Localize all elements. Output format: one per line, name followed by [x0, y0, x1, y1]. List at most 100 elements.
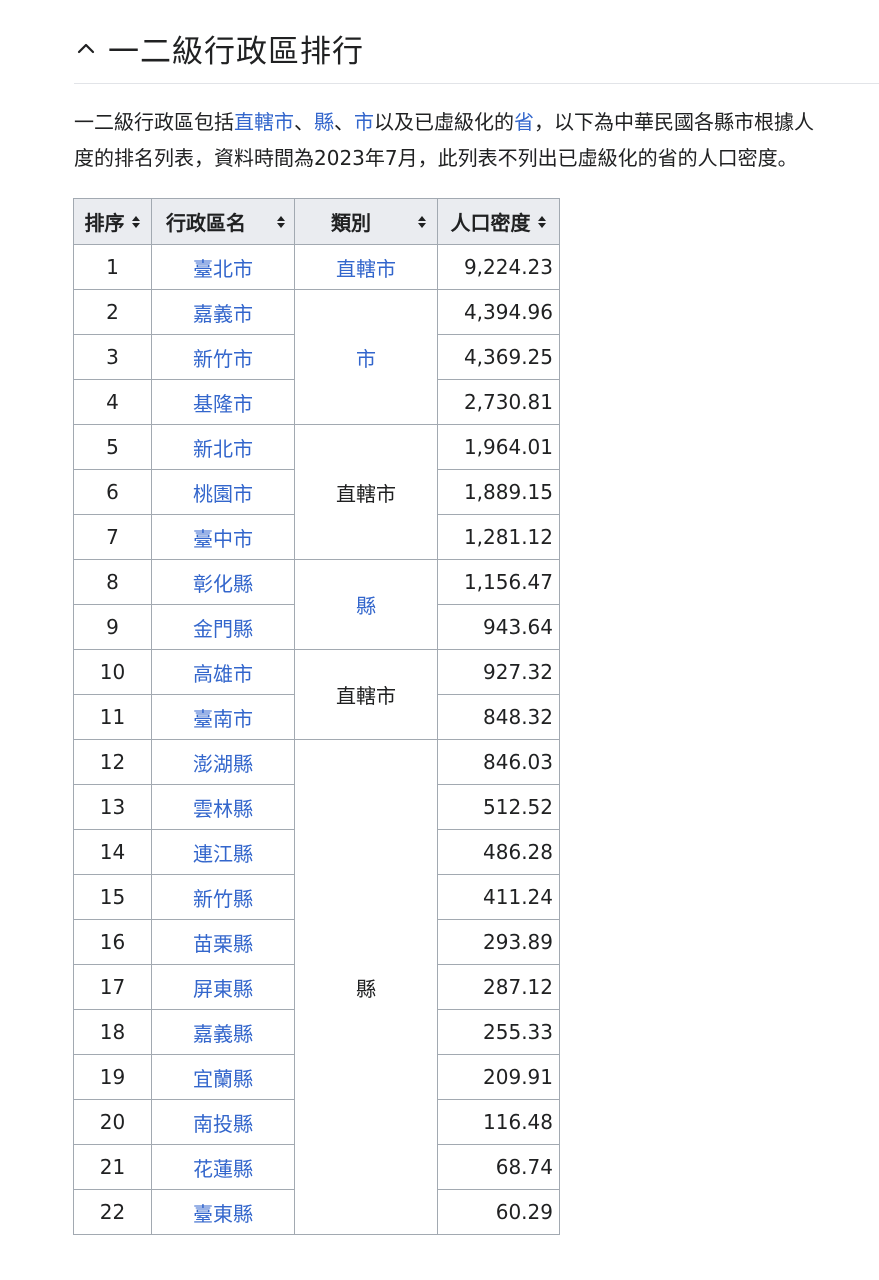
region-link[interactable]: 臺中市: [193, 527, 253, 551]
region-link[interactable]: 彰化縣: [193, 572, 253, 596]
rank-cell: 3: [73, 334, 152, 380]
rank-cell: 10: [73, 649, 152, 695]
intro-text-5: ，以下為中華民國各縣市根據人: [534, 110, 814, 134]
density-cell: 486.28: [437, 829, 560, 875]
region-link[interactable]: 金門縣: [193, 617, 253, 641]
type-link[interactable]: 市: [356, 347, 376, 371]
intro-text-2: 、: [294, 110, 314, 134]
region-link[interactable]: 嘉義市: [193, 302, 253, 326]
density-cell: 4,369.25: [437, 334, 560, 380]
name-cell: 南投縣: [151, 1099, 295, 1145]
rank-cell: 16: [73, 919, 152, 965]
rank-cell: 8: [73, 559, 152, 605]
region-link[interactable]: 臺東縣: [193, 1202, 253, 1226]
density-cell: 9,224.23: [437, 244, 560, 290]
rank-cell: 2: [73, 289, 152, 335]
table-row: 12 澎湖縣縣 846.03: [73, 739, 560, 1235]
rank-cell: 9: [73, 604, 152, 650]
section-title: 一二級行政區排行: [108, 34, 364, 70]
type-link[interactable]: 直轄市: [336, 257, 396, 281]
density-cell: 943.64: [437, 604, 560, 650]
intro-paragraph: 一二級行政區包括直轄市、縣、市以及已虛級化的省，以下為中華民國各縣市根據人 度的…: [74, 104, 879, 176]
name-cell: 臺南市: [151, 694, 295, 740]
region-link[interactable]: 南投縣: [193, 1112, 253, 1136]
name-cell: 澎湖縣: [151, 739, 295, 785]
region-link[interactable]: 澎湖縣: [193, 752, 253, 776]
name-cell: 連江縣: [151, 829, 295, 875]
region-link[interactable]: 臺南市: [193, 707, 253, 731]
rank-cell: 1: [73, 244, 152, 290]
rank-cell: 12: [73, 739, 152, 785]
region-link[interactable]: 花蓮縣: [193, 1157, 253, 1181]
rank-cell: 15: [73, 874, 152, 920]
density-cell: 1,156.47: [437, 559, 560, 605]
link-city[interactable]: 市: [354, 110, 374, 134]
region-link[interactable]: 高雄市: [193, 662, 253, 686]
name-cell: 基隆市: [151, 379, 295, 425]
type-label: 縣: [356, 976, 376, 1001]
link-county[interactable]: 縣: [314, 110, 334, 134]
region-link[interactable]: 雲林縣: [193, 797, 253, 821]
density-cell: 1,964.01: [437, 424, 560, 470]
rank-cell: 22: [73, 1189, 152, 1235]
rank-cell: 14: [73, 829, 152, 875]
intro-line-2: 度的排名列表，資料時間為2023年7月，此列表不列出已虛級化的省的人口密度。: [74, 146, 798, 170]
region-link[interactable]: 連江縣: [193, 842, 253, 866]
region-link[interactable]: 苗栗縣: [193, 932, 253, 956]
density-cell: 4,394.96: [437, 289, 560, 335]
name-cell: 臺東縣: [151, 1189, 295, 1235]
region-link[interactable]: 宜蘭縣: [193, 1067, 253, 1091]
density-cell: 2,730.81: [437, 379, 560, 425]
sort-icon[interactable]: [417, 215, 427, 229]
type-label: 直轄市: [336, 481, 396, 506]
rank-cell: 21: [73, 1144, 152, 1190]
header-rank[interactable]: 排序: [73, 198, 152, 245]
region-link[interactable]: 新北市: [193, 437, 253, 461]
type-cell: 直轄市: [294, 649, 438, 740]
name-cell: 金門縣: [151, 604, 295, 650]
region-link[interactable]: 基隆市: [193, 392, 253, 416]
link-municipality[interactable]: 直轄市: [234, 110, 294, 134]
ranking-table: 排序 行政區名 類別 人口密度 1 臺北市 直轄市 9,224.23 2 嘉義市市 4,39…: [73, 198, 560, 1235]
rank-cell: 4: [73, 379, 152, 425]
sort-icon[interactable]: [537, 215, 547, 229]
sort-icon[interactable]: [131, 215, 141, 229]
header-rank-label: 排序: [84, 211, 125, 235]
type-link[interactable]: 縣: [356, 594, 376, 618]
header-type[interactable]: 類別: [294, 198, 438, 245]
name-cell: 高雄市: [151, 649, 295, 695]
type-label: 直轄市: [336, 684, 396, 708]
region-link[interactable]: 臺北市: [193, 257, 253, 281]
name-cell: 宜蘭縣: [151, 1054, 295, 1100]
density-cell: 848.32: [437, 694, 560, 740]
region-link[interactable]: 桃園市: [193, 482, 253, 506]
name-cell: 新竹縣: [151, 874, 295, 920]
name-cell: 屏東縣: [151, 964, 295, 1010]
name-cell: 花蓮縣: [151, 1144, 295, 1190]
header-density[interactable]: 人口密度: [437, 198, 560, 245]
header-name[interactable]: 行政區名: [151, 198, 295, 245]
chevron-up-icon[interactable]: [74, 37, 98, 61]
intro-text-4: 以及已虛級化的: [374, 110, 514, 134]
sort-icon[interactable]: [276, 215, 286, 229]
type-cell: 直轄市: [294, 244, 438, 290]
section-header[interactable]: 一二級行政區排行: [74, 22, 879, 84]
rank-cell: 20: [73, 1099, 152, 1145]
type-cell: 直轄市: [294, 424, 438, 560]
intro-text-3: 、: [334, 110, 354, 134]
region-link[interactable]: 新竹縣: [193, 887, 253, 911]
rank-cell: 19: [73, 1054, 152, 1100]
region-link[interactable]: 屏東縣: [193, 977, 253, 1001]
type-cell: 縣: [294, 559, 438, 650]
table-row: 1 臺北市 直轄市 9,224.23: [73, 244, 560, 290]
region-link[interactable]: 嘉義縣: [193, 1022, 253, 1046]
density-cell: 209.91: [437, 1054, 560, 1100]
header-type-label: 類別: [331, 211, 371, 235]
rank-cell: 7: [73, 514, 152, 560]
type-cell: 市: [294, 289, 438, 425]
density-cell: 512.52: [437, 784, 560, 830]
region-link[interactable]: 新竹市: [193, 347, 253, 371]
rank-cell: 13: [73, 784, 152, 830]
density-cell: 287.12: [437, 964, 560, 1010]
link-province[interactable]: 省: [514, 110, 534, 134]
